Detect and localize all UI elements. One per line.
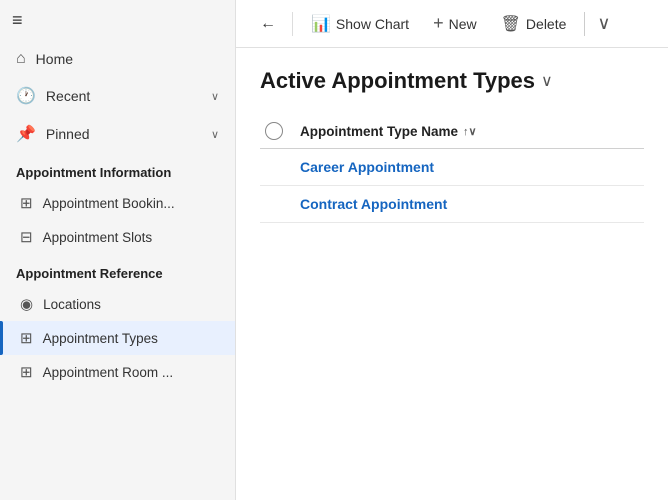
page-title: Active Appointment Types bbox=[260, 68, 535, 94]
sep1 bbox=[292, 12, 293, 36]
header-check-col bbox=[260, 122, 288, 140]
sidebar-item-appointment-booking[interactable]: ⊞ Appointment Bookin... bbox=[0, 186, 235, 220]
content-area: Active Appointment Types ∨ Appointment T… bbox=[236, 48, 668, 500]
sidebar-item-appointment-room[interactable]: ⊞ Appointment Room ... bbox=[0, 355, 235, 389]
show-chart-button[interactable]: 📊 Show Chart bbox=[301, 8, 419, 40]
plus-icon: + bbox=[433, 13, 444, 34]
select-all-radio[interactable] bbox=[265, 122, 283, 140]
appointment-reference-header: Appointment Reference bbox=[0, 254, 235, 287]
slots-label: Appointment Slots bbox=[43, 230, 153, 245]
table-row[interactable]: Career Appointment bbox=[260, 149, 644, 186]
booking-label: Appointment Bookin... bbox=[43, 196, 175, 211]
chart-icon: 📊 bbox=[311, 14, 331, 34]
pinned-label: Pinned bbox=[46, 126, 201, 142]
appointment-information-header: Appointment Information bbox=[0, 153, 235, 186]
room-label: Appointment Room ... bbox=[43, 365, 174, 380]
pin-icon: 📌 bbox=[16, 124, 36, 144]
sidebar-top: ≡ bbox=[0, 0, 235, 41]
show-chart-label: Show Chart bbox=[336, 16, 409, 32]
clock-icon: 🕐 bbox=[16, 86, 36, 106]
back-button[interactable]: ← bbox=[252, 9, 284, 39]
location-icon: ◉ bbox=[20, 295, 33, 313]
types-icon: ⊞ bbox=[20, 329, 33, 347]
sidebar-item-locations[interactable]: ◉ Locations bbox=[0, 287, 235, 321]
new-label: New bbox=[449, 16, 477, 32]
home-label: Home bbox=[36, 51, 219, 67]
recent-label: Recent bbox=[46, 88, 201, 104]
toolbar: ← 📊 Show Chart + New 🗑 Delete ∨ bbox=[236, 0, 668, 48]
table-row[interactable]: Contract Appointment bbox=[260, 186, 644, 223]
booking-icon: ⊞ bbox=[20, 194, 33, 212]
delete-label: Delete bbox=[526, 16, 566, 32]
sidebar-item-appointment-slots[interactable]: ⊟ Appointment Slots bbox=[0, 220, 235, 254]
pinned-chevron-icon: ∨ bbox=[211, 128, 219, 141]
toolbar-separator bbox=[584, 12, 585, 36]
sort-icon[interactable]: ↑∨ bbox=[463, 125, 477, 138]
sidebar-item-pinned[interactable]: 📌 Pinned ∨ bbox=[0, 115, 235, 153]
slots-icon: ⊟ bbox=[20, 228, 33, 246]
home-icon: ⌂ bbox=[16, 50, 26, 68]
trash-icon: 🗑 bbox=[501, 14, 521, 34]
appointment-types-table: Appointment Type Name ↑∨ Career Appointm… bbox=[260, 114, 644, 223]
more-button[interactable]: ∨ bbox=[593, 7, 614, 40]
table-header: Appointment Type Name ↑∨ bbox=[260, 114, 644, 149]
header-name-col: Appointment Type Name ↑∨ bbox=[300, 124, 644, 139]
types-label: Appointment Types bbox=[43, 331, 158, 346]
career-appointment-link[interactable]: Career Appointment bbox=[300, 159, 434, 175]
sidebar: ≡ ⌂ Home 🕐 Recent ∨ 📌 Pinned ∨ Appointme… bbox=[0, 0, 236, 500]
delete-button[interactable]: 🗑 Delete bbox=[491, 8, 577, 40]
contract-appointment-link[interactable]: Contract Appointment bbox=[300, 196, 447, 212]
locations-label: Locations bbox=[43, 297, 101, 312]
col-name-label: Appointment Type Name bbox=[300, 124, 458, 139]
new-button[interactable]: + New bbox=[423, 7, 487, 40]
main-content: ← 📊 Show Chart + New 🗑 Delete ∨ Active A… bbox=[236, 0, 668, 500]
page-title-chevron-icon[interactable]: ∨ bbox=[541, 71, 553, 91]
sidebar-item-recent[interactable]: 🕐 Recent ∨ bbox=[0, 77, 235, 115]
row1-name: Career Appointment bbox=[300, 159, 644, 175]
room-icon: ⊞ bbox=[20, 363, 33, 381]
sidebar-item-home[interactable]: ⌂ Home bbox=[0, 41, 235, 77]
recent-chevron-icon: ∨ bbox=[211, 90, 219, 103]
hamburger-icon[interactable]: ≡ bbox=[12, 10, 23, 31]
sidebar-item-appointment-types[interactable]: ⊞ Appointment Types bbox=[0, 321, 235, 355]
row2-name: Contract Appointment bbox=[300, 196, 644, 212]
page-title-row: Active Appointment Types ∨ bbox=[260, 68, 644, 94]
